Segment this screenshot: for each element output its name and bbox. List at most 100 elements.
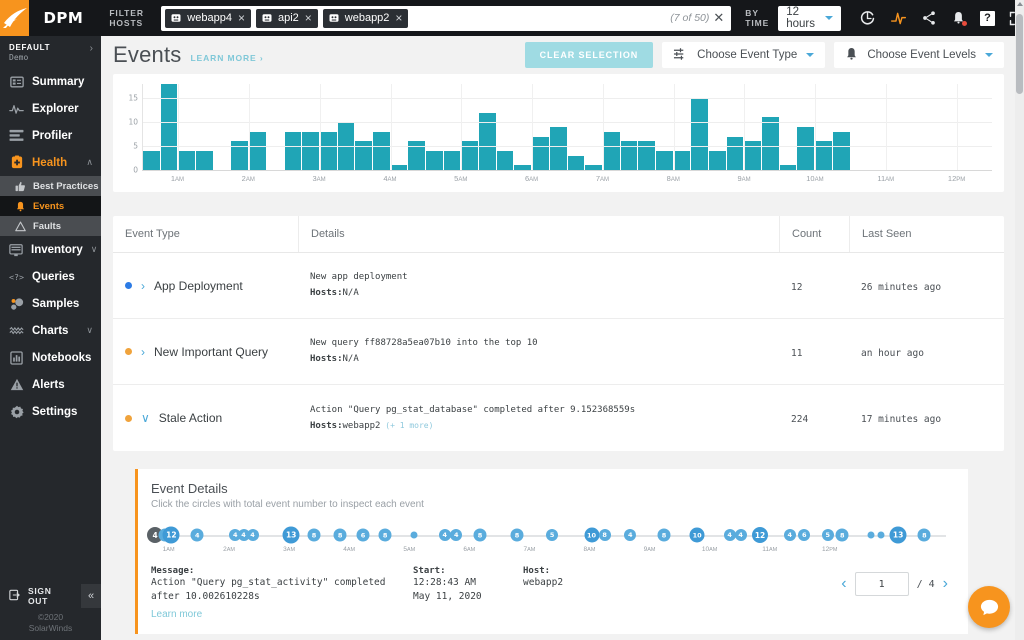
next-page-button[interactable]: › xyxy=(943,575,948,593)
timeline-event-circle[interactable]: 12 xyxy=(163,527,180,544)
scrollbar-thumb[interactable] xyxy=(1016,14,1023,94)
sidebar-item-queries[interactable]: <?> Queries xyxy=(0,263,101,290)
chart-bar[interactable] xyxy=(497,151,514,170)
share-icon[interactable] xyxy=(921,10,937,26)
chat-support-button[interactable] xyxy=(968,586,1010,628)
events-histogram[interactable]: 051015 1AM2AM3AM4AM5AM6AM7AM8AM9AM10AM11… xyxy=(123,84,992,188)
sidebar-item-profiler[interactable]: Profiler xyxy=(0,122,101,149)
timeline-event-circle[interactable]: 4 xyxy=(247,529,259,541)
timeline-event-circle[interactable]: 5 xyxy=(822,529,834,541)
refresh-icon[interactable] xyxy=(859,10,876,27)
table-row[interactable]: ›App DeploymentNew app deploymentHosts:N… xyxy=(113,253,1004,319)
timeline-event-circle[interactable]: 13 xyxy=(283,527,300,544)
timeline-event-circle[interactable]: 4 xyxy=(450,529,462,541)
sidebar-item-notebooks[interactable]: Notebooks xyxy=(0,344,101,371)
timeline-event-circle[interactable]: 12 xyxy=(752,527,768,543)
chart-bar[interactable] xyxy=(444,151,461,170)
timeline-event-dot[interactable] xyxy=(411,532,418,539)
chart-bar[interactable] xyxy=(762,117,779,170)
chart-bar[interactable] xyxy=(532,137,549,170)
chart-bar[interactable] xyxy=(550,127,567,170)
chart-bar[interactable] xyxy=(143,151,160,170)
timeline-event-circle[interactable]: 8 xyxy=(599,529,611,541)
collapse-sidebar-button[interactable]: « xyxy=(81,584,101,608)
sidebar-item-summary[interactable]: Summary xyxy=(0,68,101,95)
timeline-event-circle[interactable]: 8 xyxy=(510,529,523,542)
chart-bar[interactable] xyxy=(320,132,337,170)
chart-bar[interactable] xyxy=(302,132,319,170)
timeline-event-circle[interactable]: 10 xyxy=(584,528,599,543)
environment-selector[interactable]: DEFAULT Demo › xyxy=(0,36,101,68)
timeline-event-circle[interactable]: 4 xyxy=(439,529,451,541)
timeline-event-circle[interactable]: 8 xyxy=(918,529,931,542)
page-scrollbar[interactable] xyxy=(1015,0,1024,640)
timeline-event-circle[interactable]: 10 xyxy=(690,528,705,543)
chart-bar[interactable] xyxy=(797,127,814,170)
sign-out-button[interactable]: SIGN OUT « xyxy=(0,584,101,608)
chart-bar[interactable] xyxy=(656,151,673,170)
sidebar-item-settings[interactable]: Settings xyxy=(0,398,101,425)
chart-bar[interactable] xyxy=(178,151,195,170)
timeline-event-dot[interactable] xyxy=(877,532,884,539)
timeline-event-circle[interactable]: 4 xyxy=(784,529,796,541)
chart-bar[interactable] xyxy=(833,132,850,170)
sidebar-item-inventory[interactable]: Inventory ∨ xyxy=(0,236,101,263)
prev-page-button[interactable]: ‹ xyxy=(841,575,846,593)
chart-bar[interactable] xyxy=(285,132,302,170)
chart-bar[interactable] xyxy=(568,156,585,170)
host-chip-remove-icon[interactable]: × xyxy=(237,12,246,24)
sidebar-item-best-practices[interactable]: Best Practices xyxy=(0,176,101,196)
table-row[interactable]: ›New Important QueryNew query ff88728a5e… xyxy=(113,319,1004,385)
chart-bar[interactable] xyxy=(709,151,726,170)
sidebar-item-explorer[interactable]: Explorer xyxy=(0,95,101,122)
help-icon[interactable]: ? xyxy=(980,11,995,26)
chart-bar[interactable] xyxy=(196,151,213,170)
timeline-event-circle[interactable]: 6 xyxy=(356,529,369,542)
chevron-down-icon[interactable]: ∨ xyxy=(91,244,98,255)
clear-selection-button[interactable]: CLEAR SELECTION xyxy=(525,42,654,68)
timeline-event-circle[interactable]: 4 xyxy=(624,529,636,541)
chart-bar[interactable] xyxy=(674,151,691,170)
scroll-up-arrow-icon[interactable] xyxy=(1017,2,1023,6)
timeline-event-circle[interactable]: 8 xyxy=(334,529,347,542)
timeline-event-circle[interactable]: 4 xyxy=(735,529,747,541)
choose-event-type-dropdown[interactable]: Choose Event Type xyxy=(662,42,825,68)
table-row[interactable]: ∨Stale ActionAction "Query pg_stat_datab… xyxy=(113,385,1004,451)
pulse-icon[interactable] xyxy=(890,10,907,27)
host-chip[interactable]: webapp4 × xyxy=(165,9,251,28)
timeline-event-dot[interactable] xyxy=(867,532,874,539)
time-range-select[interactable]: 12 hours xyxy=(778,6,841,31)
timeline-event-circle[interactable]: 8 xyxy=(307,529,320,542)
timeline-event-circle[interactable]: 6 xyxy=(798,529,810,541)
choose-event-levels-dropdown[interactable]: Choose Event Levels xyxy=(834,42,1004,68)
chart-bar[interactable] xyxy=(691,98,708,170)
chevron-up-icon[interactable]: ∧ xyxy=(86,157,93,168)
chevron-right-icon[interactable]: › xyxy=(90,43,93,54)
sidebar-item-faults[interactable]: Faults xyxy=(0,216,101,236)
host-chip-remove-icon[interactable]: × xyxy=(394,12,403,24)
timeline-event-circle[interactable]: 13 xyxy=(890,527,907,544)
timeline-event-circle[interactable]: 8 xyxy=(836,529,849,542)
chart-bar[interactable] xyxy=(727,137,744,170)
clear-hosts-icon[interactable]: ✕ xyxy=(713,10,727,26)
sidebar-item-events[interactable]: Events xyxy=(0,196,101,216)
timeline-event-circle[interactable]: 5 xyxy=(546,529,558,541)
timeline-event-circle[interactable]: 4 xyxy=(191,529,204,542)
host-chip[interactable]: api2 × xyxy=(256,9,318,28)
sidebar-item-alerts[interactable]: Alerts xyxy=(0,371,101,398)
sidebar-item-samples[interactable]: Samples xyxy=(0,290,101,317)
solarwinds-logo[interactable] xyxy=(0,0,29,36)
host-chip[interactable]: webapp2 × xyxy=(323,9,409,28)
expand-row-icon[interactable]: ∨ xyxy=(141,412,150,424)
host-chip-remove-icon[interactable]: × xyxy=(304,12,313,24)
chevron-down-icon[interactable]: ∨ xyxy=(86,325,93,336)
chart-bar[interactable] xyxy=(161,84,178,170)
expand-row-icon[interactable]: › xyxy=(141,280,145,292)
event-learn-more-link[interactable]: Learn more xyxy=(151,609,397,620)
event-timeline[interactable]: 48124444138868448851084810441246581381AM… xyxy=(151,524,952,558)
event-hosts-more[interactable]: (+ 1 more) xyxy=(380,421,433,430)
timeline-event-circle[interactable]: 8 xyxy=(658,529,671,542)
notifications-button[interactable] xyxy=(951,10,966,26)
chart-bar[interactable] xyxy=(373,132,390,170)
chart-bar[interactable] xyxy=(603,132,620,170)
